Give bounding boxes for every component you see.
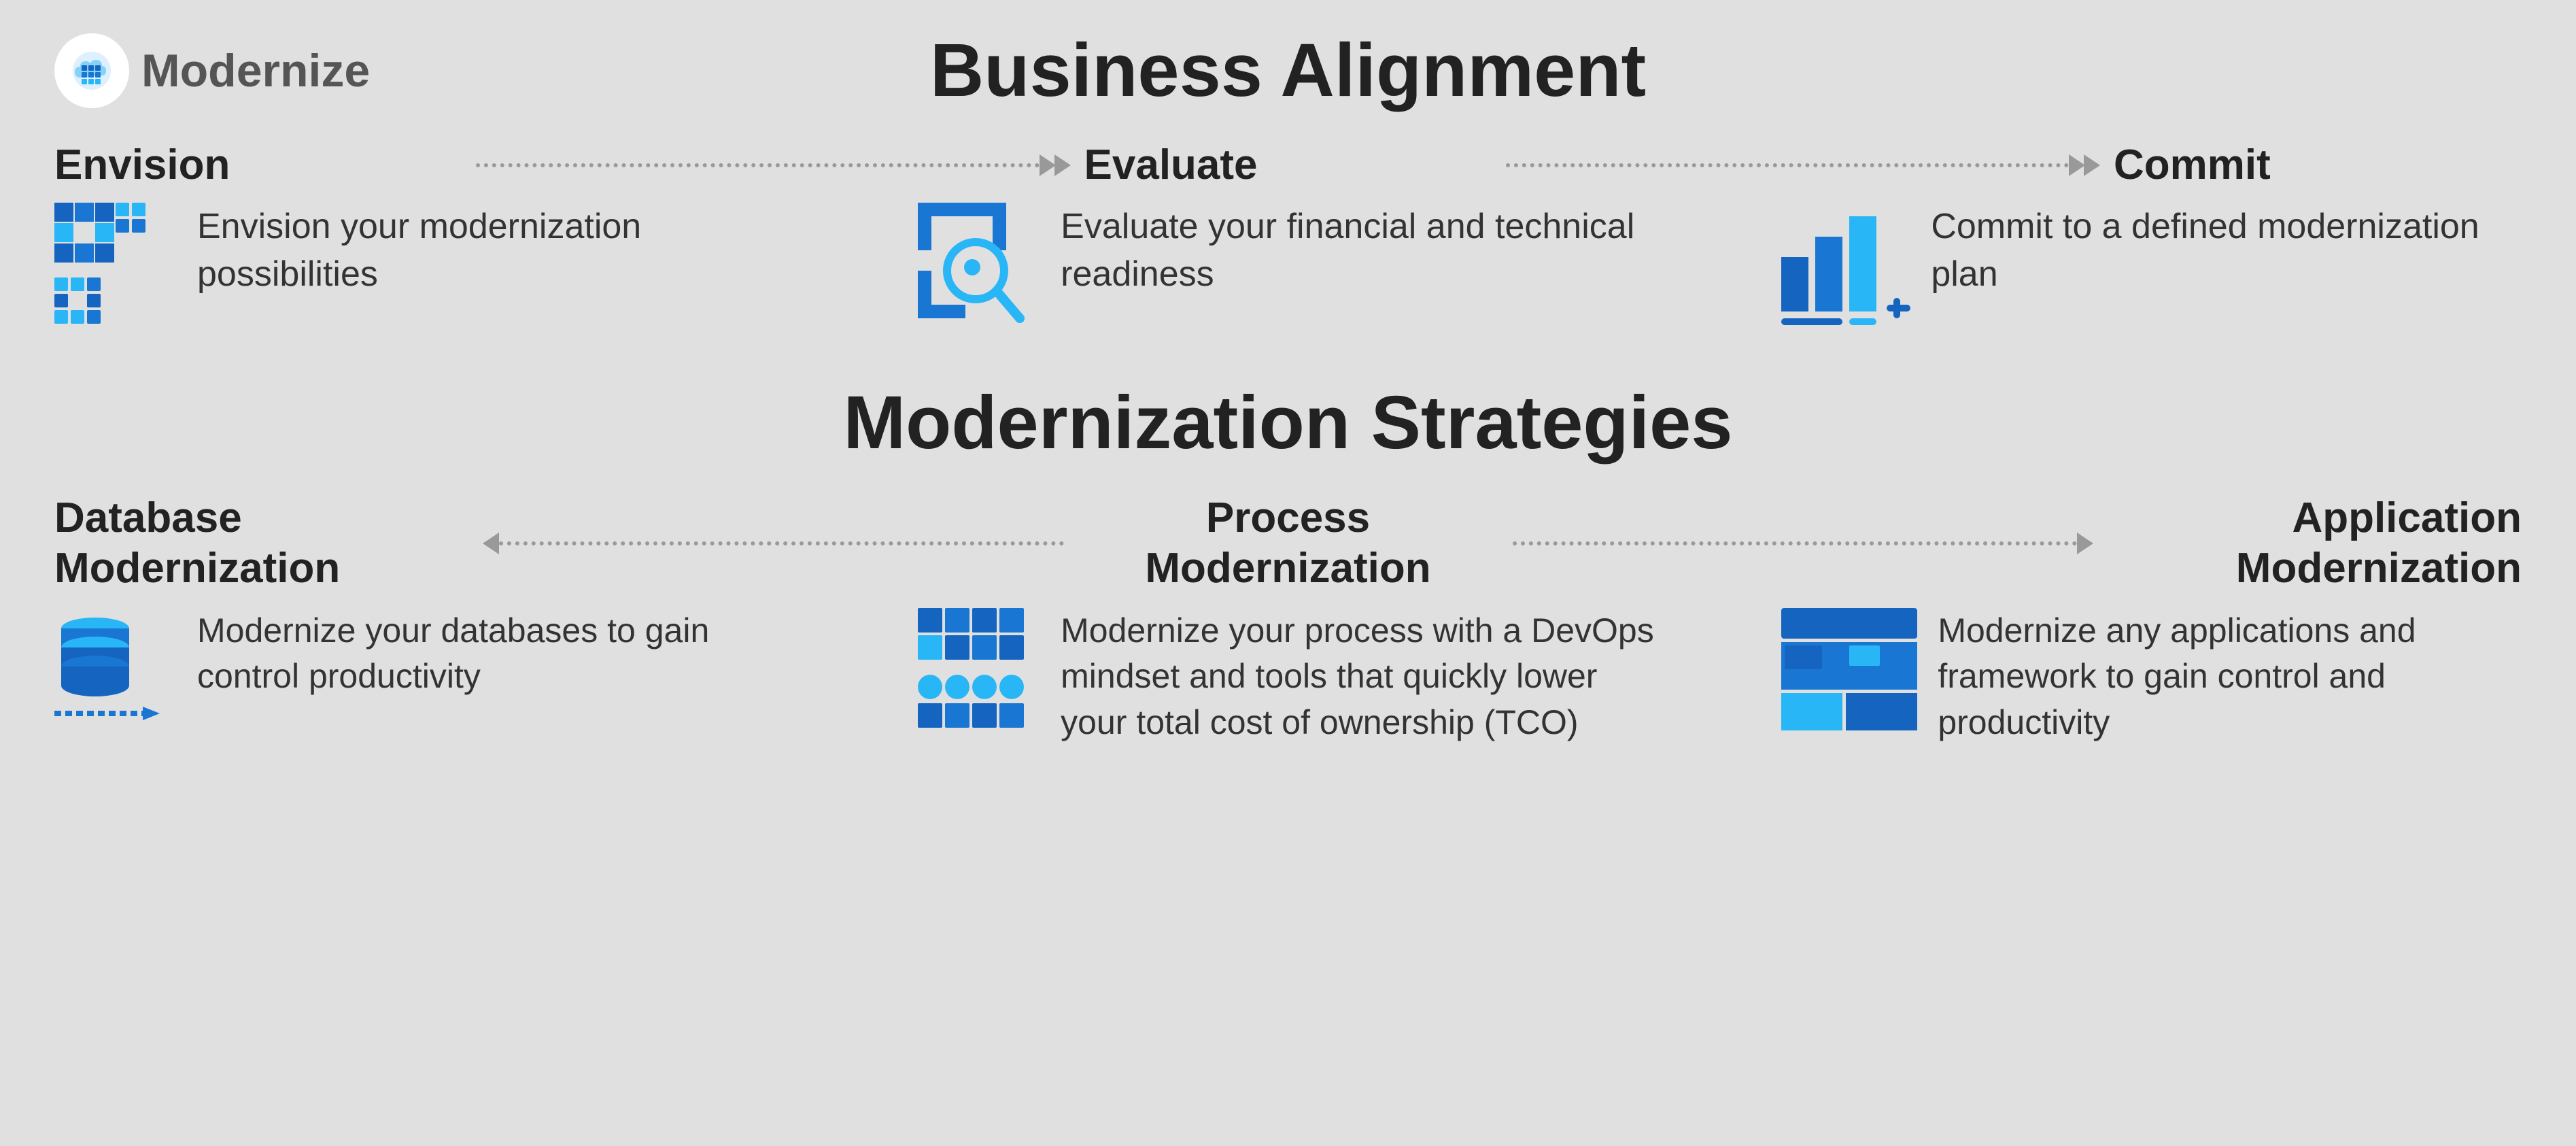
process-modernization-item: Modernize your process with a DevOps min… bbox=[918, 608, 1658, 746]
envision-item: Envision your modernization possibilitie… bbox=[54, 203, 795, 339]
logo-text: Modernize bbox=[141, 44, 370, 97]
commit-desc: Commit to a defined modernization plan bbox=[1931, 203, 2522, 298]
evaluate-to-commit-arrow bbox=[1506, 163, 2101, 168]
database-modernization-label: Database Modernization bbox=[54, 493, 462, 594]
commit-icon bbox=[1781, 203, 1910, 325]
application-modernization-item: Modernize any applications and framework… bbox=[1781, 608, 2522, 746]
page-title: Business Alignment bbox=[930, 27, 1646, 114]
envision-desc: Envision your modernization possibilitie… bbox=[197, 203, 795, 298]
evaluate-icon bbox=[918, 203, 1040, 339]
database-modernization-item: Modernize your databases to gain control… bbox=[54, 608, 795, 746]
commit-label: Commit bbox=[2114, 141, 2522, 189]
process-icon bbox=[918, 608, 1040, 730]
application-icon bbox=[1781, 608, 1917, 730]
evaluate-desc: Evaluate your financial and technical re… bbox=[1061, 203, 1658, 298]
database-desc: Modernize your databases to gain control… bbox=[197, 608, 795, 700]
ba-steps-row: Envision your modernization possibilitie… bbox=[54, 203, 2522, 339]
process-modernization-label: Process Modernization bbox=[1084, 493, 1492, 594]
envision-label: Envision bbox=[54, 141, 462, 189]
commit-item: Commit to a defined modernization plan bbox=[1781, 203, 2522, 339]
process-desc: Modernize your process with a DevOps min… bbox=[1061, 608, 1658, 746]
envision-to-evaluate-arrow bbox=[476, 163, 1071, 168]
logo-icon bbox=[54, 33, 129, 108]
strat-header-row: Database Modernization Process Moderniza… bbox=[54, 493, 2522, 594]
application-desc: Modernize any applications and framework… bbox=[1938, 608, 2522, 746]
strategies-title: Modernization Strategies bbox=[54, 380, 2522, 466]
ba-arrow-row: Envision Evaluate Commit bbox=[54, 141, 2522, 189]
strat-items-row: Modernize your databases to gain control… bbox=[54, 608, 2522, 746]
logo-area: Modernize bbox=[54, 33, 370, 108]
evaluate-item: Evaluate your financial and technical re… bbox=[918, 203, 1658, 339]
db-to-process-arrow bbox=[483, 541, 1064, 546]
envision-icon bbox=[54, 203, 177, 325]
evaluate-label: Evaluate bbox=[1084, 141, 1492, 189]
modernization-strategies-section: Modernization Strategies Database Modern… bbox=[54, 380, 2522, 745]
application-modernization-label: Application Modernization bbox=[2114, 493, 2522, 594]
business-alignment-section: Envision Evaluate Commit bbox=[54, 141, 2522, 339]
database-icon bbox=[54, 608, 177, 730]
process-to-app-arrow bbox=[1513, 541, 2094, 546]
header: Modernize Business Alignment bbox=[54, 27, 2522, 114]
